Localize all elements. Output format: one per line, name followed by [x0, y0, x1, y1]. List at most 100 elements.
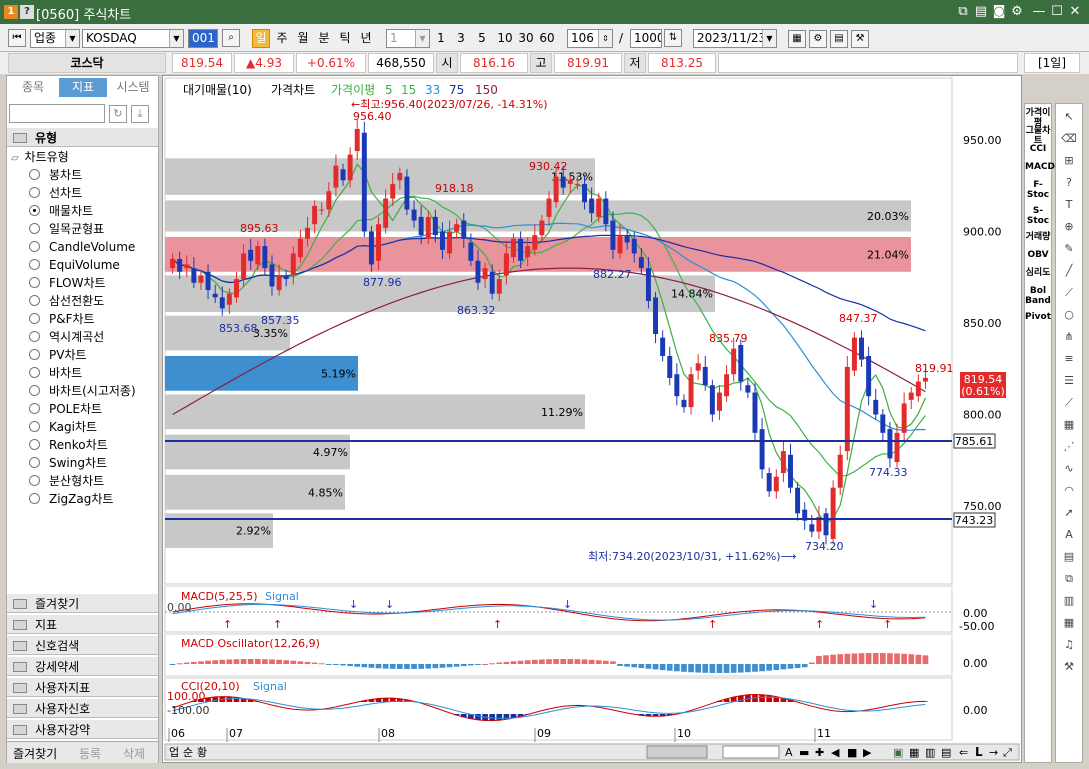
help-icon[interactable]: ? — [1061, 176, 1077, 190]
refresh-icon[interactable]: ↻ — [109, 105, 127, 123]
camera-icon[interactable]: ◙ — [990, 3, 1008, 21]
chart-canvas[interactable]: 11.53%20.03%21.04%14.84%3.35%5.19%11.29%… — [163, 76, 1021, 762]
section-type[interactable]: 유형 — [7, 127, 158, 147]
indicator-shortcut[interactable]: Pivot — [1025, 312, 1051, 322]
count-input[interactable]: 106 ⇕ — [567, 29, 613, 48]
indicator-shortcut[interactable]: S-Stoc — [1025, 206, 1051, 226]
grid-icon[interactable]: ▦ — [788, 30, 806, 48]
radio-button[interactable] — [29, 205, 40, 216]
indicator-shortcut[interactable]: 그물차트 — [1025, 126, 1051, 146]
chart-icon[interactable]: ▤ — [1061, 550, 1077, 564]
indicator-shortcut[interactable]: F-Stoc — [1025, 180, 1051, 200]
favorites-button[interactable]: 즐겨찾기 — [13, 745, 57, 762]
save-icon[interactable]: ▤ — [972, 3, 990, 21]
folder-item[interactable]: 지표 — [7, 614, 158, 634]
radio-button[interactable] — [29, 403, 40, 414]
folder-item[interactable]: 신호검색 — [7, 635, 158, 655]
stop-icon[interactable]: ■ — [847, 746, 857, 759]
radio-button[interactable] — [29, 295, 40, 306]
radio-button[interactable] — [29, 439, 40, 450]
gear-icon[interactable]: ⚙ — [1008, 3, 1026, 21]
text-tool-icon[interactable]: A — [785, 746, 793, 759]
search-icon[interactable]: ⌕ — [222, 29, 240, 47]
period-week-button[interactable]: 주 — [273, 29, 291, 48]
period-year-button[interactable]: 년 — [357, 29, 375, 48]
fan-icon[interactable]: ⋔ — [1061, 330, 1077, 344]
folder-item[interactable]: 즐겨찾기 — [7, 593, 158, 613]
radio-button[interactable] — [29, 385, 40, 396]
gann-icon[interactable]: ⋰ — [1061, 440, 1077, 454]
tree-root[interactable]: ▱ 차트유형 — [11, 148, 69, 166]
fibo-icon[interactable]: ☰ — [1061, 374, 1077, 388]
circle-icon[interactable]: ○ — [1061, 308, 1077, 322]
split-icon[interactable]: ▥ — [925, 746, 935, 759]
right-arrow-icon[interactable]: → — [989, 746, 998, 759]
indicator-shortcut[interactable]: CCI — [1025, 144, 1051, 154]
interval-5-button[interactable]: 5 — [474, 29, 490, 48]
help-icon[interactable]: ? — [20, 5, 34, 19]
wave-icon[interactable]: ∿ — [1061, 462, 1077, 476]
expand-icon[interactable]: ⤢ — [1003, 746, 1012, 759]
type-select[interactable]: 업종 ▼ — [30, 29, 80, 48]
period-minute-button[interactable]: 분 — [315, 29, 333, 48]
radio-button[interactable] — [29, 493, 40, 504]
tools-icon[interactable]: ⚒ — [851, 30, 869, 48]
radio-button[interactable] — [29, 169, 40, 180]
line-icon[interactable]: ╱ — [1061, 264, 1077, 278]
pen-icon[interactable]: ✎ — [1061, 242, 1077, 256]
channel-icon[interactable]: ≡ — [1061, 352, 1077, 366]
bell-icon[interactable]: ♫ — [1061, 638, 1077, 652]
trend-icon[interactable]: ⟋ — [1061, 396, 1077, 410]
tab-system[interactable]: 시스템 — [109, 78, 157, 97]
scroll-label-1[interactable]: 업 — [169, 746, 179, 759]
eraser-icon[interactable]: ⌫ — [1061, 132, 1077, 146]
period-day-button[interactable]: 일 — [252, 29, 270, 48]
indicator-shortcut[interactable]: 거래량 — [1025, 232, 1051, 242]
text-icon[interactable]: T — [1061, 198, 1077, 212]
tab-indicator[interactable]: 지표 — [59, 78, 107, 97]
date-select[interactable]: 2023/11/23 ▼ — [693, 29, 777, 48]
indicator-shortcut[interactable]: 심리도 — [1025, 268, 1051, 278]
all-icon[interactable]: ⊞ — [1061, 154, 1077, 168]
radio-button[interactable] — [29, 313, 40, 324]
radio-button[interactable] — [29, 259, 40, 270]
radio-button[interactable] — [29, 457, 40, 468]
line-tool-icon[interactable]: L — [975, 745, 983, 759]
folder-item[interactable]: 사용자강약 — [7, 719, 158, 739]
bar-icon[interactable]: ▥ — [1061, 594, 1077, 608]
folder-item[interactable]: 강세약세 — [7, 656, 158, 676]
copy-icon[interactable]: ⧉ — [1061, 572, 1077, 586]
excel-icon[interactable]: ▣ — [893, 746, 903, 759]
code-input[interactable]: 001 — [188, 29, 218, 48]
interval-1-button[interactable]: 1 — [433, 29, 449, 48]
zoom-out-icon[interactable]: ▬ — [799, 746, 809, 759]
settings-icon[interactable]: ⚙ — [809, 30, 827, 48]
grid-icon[interactable]: ▦ — [1061, 418, 1077, 432]
window-icon[interactable]: ▤ — [941, 746, 951, 759]
period-month-button[interactable]: 월 — [294, 29, 312, 48]
count-total-input[interactable]: 1000 — [630, 29, 662, 48]
table-icon[interactable]: ▦ — [909, 746, 919, 759]
register-button[interactable]: 등록 — [79, 745, 101, 762]
interval-select[interactable]: 1 ▼ — [386, 29, 430, 48]
tab-stock[interactable]: 종목 — [9, 78, 57, 97]
print-icon[interactable]: ▤ — [830, 30, 848, 48]
next-icon[interactable]: ▶ — [863, 746, 872, 759]
radio-button[interactable] — [29, 367, 40, 378]
radio-button[interactable] — [29, 187, 40, 198]
scroll-thumb[interactable] — [646, 745, 708, 759]
interval-10-button[interactable]: 10 — [495, 29, 515, 48]
indicator-search-input[interactable] — [9, 104, 105, 123]
cursor-icon[interactable]: ↖ — [1061, 110, 1077, 124]
interval-30-button[interactable]: 30 — [516, 29, 536, 48]
wrench-icon[interactable]: ⚒ — [1061, 660, 1077, 674]
indicator-shortcut[interactable]: 가격이평 — [1025, 108, 1051, 128]
indicator-shortcut[interactable]: Bol Band — [1025, 286, 1051, 306]
radio-button[interactable] — [29, 241, 40, 252]
minimize-icon[interactable]: — — [1030, 3, 1048, 21]
left-arrow-icon[interactable]: ⇐ — [959, 746, 968, 759]
folder-item[interactable]: 사용자신호 — [7, 698, 158, 718]
zoom-in-icon[interactable]: ✚ — [815, 746, 824, 759]
radio-button[interactable] — [29, 475, 40, 486]
folder-item[interactable]: 사용자지표 — [7, 677, 158, 697]
